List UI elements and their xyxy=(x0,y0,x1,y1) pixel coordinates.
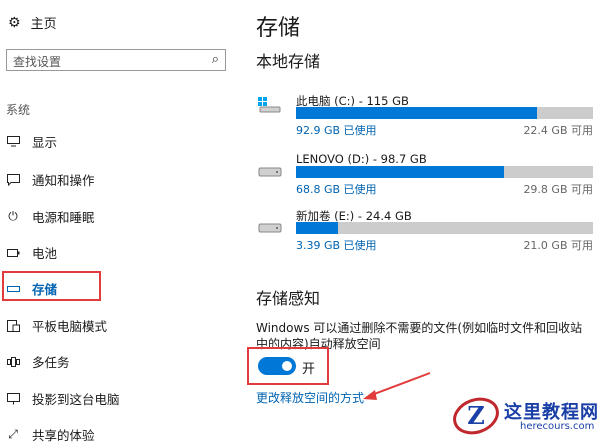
sidebar-item-label: 投影到这台电脑 xyxy=(32,392,120,407)
home-nav-item[interactable]: ⚙ 主页 xyxy=(8,13,57,33)
home-label: 主页 xyxy=(30,17,57,32)
sidebar-item-label: 平板电脑模式 xyxy=(32,319,108,334)
used-space: 92.9 GB 已使用 xyxy=(296,124,377,137)
sidebar-item-label: 显示 xyxy=(32,135,58,150)
share-icon: ⤢ xyxy=(8,427,18,441)
sidebar-item-label: 电源和睡眠 xyxy=(32,210,95,225)
monitor-icon xyxy=(6,135,20,149)
usage-bar-fill xyxy=(296,107,537,119)
sidebar-item-multitasking[interactable]: 多任务 xyxy=(6,352,70,371)
free-space: 22.4 GB 可用 xyxy=(523,124,593,137)
svg-text:Z: Z xyxy=(467,401,485,430)
usage-bar-fill xyxy=(296,166,504,178)
watermark: Z 这里教程网 herecours.com xyxy=(452,394,600,437)
free-space: 21.0 GB 可用 xyxy=(523,239,593,252)
drive-item-c[interactable]: 此电脑 (C:) - 115 GB 92.9 GB 已使用 22.4 GB 可用 xyxy=(258,93,593,138)
section-label: 系统 xyxy=(6,103,31,117)
usage-bar xyxy=(296,107,593,119)
sidebar-item-label: 电池 xyxy=(32,246,58,261)
notification-icon xyxy=(6,173,20,187)
sidebar-item-tablet-mode[interactable]: 平板电脑模式 xyxy=(6,316,107,335)
watermark-url: herecours.com xyxy=(520,421,595,432)
multitask-icon xyxy=(6,355,20,369)
storage-highlight-box xyxy=(2,271,101,301)
sidebar-item-label: 共享的体验 xyxy=(32,428,95,443)
gear-icon: ⚙ xyxy=(8,14,21,31)
used-space: 68.8 GB 已使用 xyxy=(296,183,377,196)
search-placeholder: 查找设置 xyxy=(13,55,62,69)
usage-bar xyxy=(296,222,593,234)
windows-drive-icon xyxy=(258,97,282,113)
sidebar-item-battery[interactable]: 电池 xyxy=(6,243,57,262)
free-space: 29.8 GB 可用 xyxy=(523,183,593,196)
sidebar-item-power[interactable]: ⏻ 电源和睡眠 xyxy=(6,207,95,226)
page-title: 存储 xyxy=(256,16,301,41)
toggle-highlight-box xyxy=(247,347,329,385)
battery-icon xyxy=(6,246,20,260)
drive-item-d[interactable]: LENOVO (D:) - 98.7 GB 68.8 GB 已使用 29.8 G… xyxy=(258,152,593,197)
sidebar-item-shared-experiences[interactable]: ⤢ 共享的体验 xyxy=(6,425,95,444)
sidebar-item-notifications[interactable]: 通知和操作 xyxy=(6,170,95,189)
sidebar-item-label: 多任务 xyxy=(32,355,70,370)
drive-name: LENOVO (D:) - 98.7 GB xyxy=(296,152,427,166)
project-icon xyxy=(6,392,20,406)
power-icon: ⏻ xyxy=(8,209,18,223)
change-free-space-link[interactable]: 更改释放空间的方式 xyxy=(256,389,364,406)
used-space: 3.39 GB 已使用 xyxy=(296,239,377,252)
hard-drive-icon xyxy=(258,218,282,234)
tablet-icon xyxy=(6,319,20,333)
search-input[interactable]: 查找设置 ⌕ xyxy=(6,49,226,71)
sidebar-item-display[interactable]: 显示 xyxy=(6,132,57,151)
search-icon: ⌕ xyxy=(211,52,219,67)
storage-sense-heading: 存储感知 xyxy=(256,289,321,308)
sidebar-item-project[interactable]: 投影到这台电脑 xyxy=(6,389,120,408)
hard-drive-icon xyxy=(258,162,282,178)
drive-item-e[interactable]: 新加卷 (E:) - 24.4 GB 3.39 GB 已使用 21.0 GB 可… xyxy=(258,208,593,253)
usage-bar xyxy=(296,166,593,178)
watermark-logo-icon: Z xyxy=(453,397,499,435)
sidebar-item-label: 通知和操作 xyxy=(32,173,95,188)
local-storage-heading: 本地存储 xyxy=(256,52,321,71)
usage-bar-fill xyxy=(296,222,338,234)
